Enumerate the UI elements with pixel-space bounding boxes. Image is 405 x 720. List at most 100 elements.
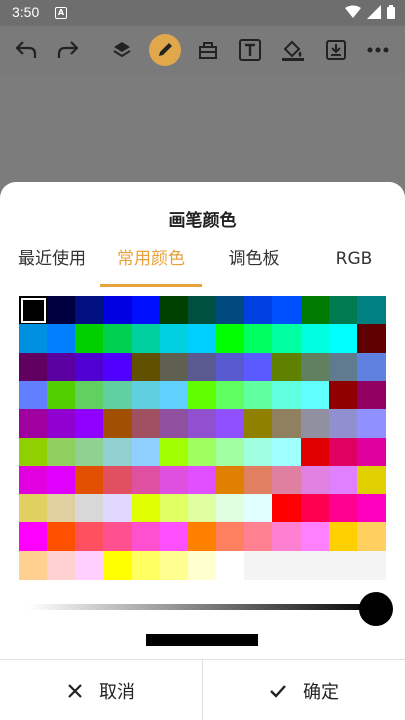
color-swatch[interactable]: [47, 522, 77, 552]
color-swatch[interactable]: [216, 522, 246, 552]
color-swatch[interactable]: [244, 550, 274, 580]
color-swatch[interactable]: [300, 550, 330, 580]
tab-recent[interactable]: 最近使用: [4, 244, 100, 284]
color-swatch[interactable]: [159, 437, 189, 467]
layers-icon[interactable]: [106, 34, 138, 66]
color-swatch[interactable]: [19, 324, 48, 354]
color-swatch[interactable]: [328, 324, 358, 354]
color-swatch[interactable]: [159, 324, 189, 354]
color-swatch[interactable]: [216, 409, 246, 439]
color-swatch[interactable]: [216, 380, 246, 410]
color-swatch[interactable]: [244, 380, 274, 410]
color-swatch[interactable]: [300, 352, 330, 382]
color-swatch[interactable]: [244, 352, 274, 382]
color-swatch[interactable]: [131, 409, 161, 439]
color-swatch[interactable]: [187, 380, 217, 410]
color-swatch[interactable]: [159, 465, 189, 495]
color-swatch[interactable]: [103, 324, 133, 354]
color-swatch[interactable]: [75, 409, 105, 439]
color-swatch[interactable]: [272, 437, 302, 467]
color-swatch[interactable]: [103, 380, 133, 410]
color-swatch[interactable]: [328, 380, 358, 410]
color-swatch[interactable]: [19, 380, 48, 410]
color-swatch[interactable]: [75, 437, 105, 467]
color-swatch[interactable]: [131, 494, 161, 524]
color-swatch[interactable]: [356, 324, 386, 354]
color-swatch[interactable]: [159, 522, 189, 552]
color-swatch[interactable]: [244, 296, 274, 325]
color-swatch[interactable]: [131, 550, 161, 580]
more-options-icon[interactable]: [362, 34, 394, 66]
color-swatch[interactable]: [47, 550, 77, 580]
color-swatch[interactable]: [47, 437, 77, 467]
color-swatch[interactable]: [300, 409, 330, 439]
color-swatch[interactable]: [272, 409, 302, 439]
color-swatch[interactable]: [272, 296, 302, 325]
color-swatch[interactable]: [328, 352, 358, 382]
color-swatch[interactable]: [19, 522, 48, 552]
color-swatch[interactable]: [159, 380, 189, 410]
color-swatch[interactable]: [328, 296, 358, 325]
color-swatch[interactable]: [328, 465, 358, 495]
color-swatch[interactable]: [272, 494, 302, 524]
color-swatch[interactable]: [47, 465, 77, 495]
color-swatch[interactable]: [272, 522, 302, 552]
color-swatch[interactable]: [19, 437, 48, 467]
color-swatch[interactable]: [328, 522, 358, 552]
color-swatch[interactable]: [103, 352, 133, 382]
color-swatch[interactable]: [75, 380, 105, 410]
color-swatch[interactable]: [356, 494, 386, 524]
color-swatch[interactable]: [328, 550, 358, 580]
color-swatch[interactable]: [75, 324, 105, 354]
color-swatch[interactable]: [356, 296, 386, 325]
redo-icon[interactable]: [52, 34, 84, 66]
color-swatch[interactable]: [103, 550, 133, 580]
color-swatch[interactable]: [244, 522, 274, 552]
color-swatch[interactable]: [216, 352, 246, 382]
color-swatch[interactable]: [159, 352, 189, 382]
color-swatch[interactable]: [187, 409, 217, 439]
color-swatch[interactable]: [75, 494, 105, 524]
color-swatch[interactable]: [244, 324, 274, 354]
color-swatch[interactable]: [216, 437, 246, 467]
color-swatch[interactable]: [328, 437, 358, 467]
color-swatch[interactable]: [356, 465, 386, 495]
color-swatch[interactable]: [103, 522, 133, 552]
color-swatch[interactable]: [103, 409, 133, 439]
save-image-icon[interactable]: [320, 34, 352, 66]
color-swatch[interactable]: [272, 465, 302, 495]
color-swatch[interactable]: [131, 324, 161, 354]
color-swatch[interactable]: [187, 550, 217, 580]
color-swatch[interactable]: [131, 522, 161, 552]
color-swatch[interactable]: [19, 550, 48, 580]
tab-common-colors[interactable]: 常用颜色: [100, 244, 202, 284]
color-swatch[interactable]: [300, 296, 330, 325]
color-swatch[interactable]: [244, 494, 274, 524]
color-swatch[interactable]: [356, 380, 386, 410]
color-swatch[interactable]: [187, 465, 217, 495]
color-swatch[interactable]: [159, 494, 189, 524]
color-swatch[interactable]: [244, 437, 274, 467]
color-swatch[interactable]: [75, 550, 105, 580]
color-swatch[interactable]: [356, 352, 386, 382]
eraser-icon[interactable]: [192, 34, 224, 66]
color-swatch[interactable]: [356, 522, 386, 552]
color-swatch[interactable]: [187, 352, 217, 382]
color-swatch[interactable]: [300, 522, 330, 552]
color-swatch[interactable]: [272, 550, 302, 580]
color-swatch[interactable]: [216, 296, 246, 325]
color-swatch[interactable]: [300, 494, 330, 524]
color-swatch[interactable]: [103, 296, 133, 325]
tab-palette[interactable]: 调色板: [208, 244, 300, 284]
color-swatch[interactable]: [47, 296, 77, 325]
text-icon[interactable]: [234, 34, 266, 66]
color-swatch[interactable]: [356, 550, 386, 580]
pen-icon[interactable]: [149, 34, 181, 66]
color-swatch[interactable]: [244, 409, 274, 439]
color-swatch[interactable]: [131, 352, 161, 382]
undo-icon[interactable]: [10, 34, 42, 66]
brightness-slider[interactable]: [28, 592, 393, 626]
color-swatch[interactable]: [187, 494, 217, 524]
color-swatch[interactable]: [300, 324, 330, 354]
color-swatch[interactable]: [187, 324, 217, 354]
